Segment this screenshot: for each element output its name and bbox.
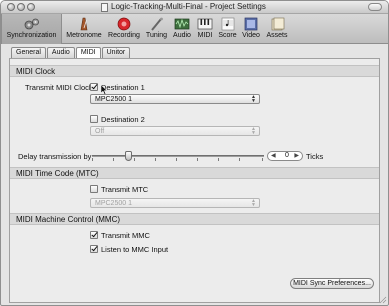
midi-sync-preferences-button[interactable]: MIDI Sync Preferences... [290,278,374,289]
slider-tick [239,158,240,161]
toolbar-item-tuning[interactable]: Tuning [144,14,169,44]
toolbar-item-metronome[interactable]: Metronome [64,14,104,44]
sync-tab-bar: General Audio MIDI Unitor [11,47,131,58]
toolbar-label-midi: MIDI [197,32,213,39]
destination-1-value: MPC2500 1 [95,96,132,103]
destination-2-checkbox[interactable] [90,115,98,123]
tab-unitor[interactable]: Unitor [101,47,131,58]
tab-audio[interactable]: Audio [46,47,75,58]
slider-tick [134,158,135,161]
slider-tick [155,158,156,161]
slider-tick [262,158,263,161]
midi-icon [197,17,213,31]
minimize-window-button[interactable] [17,3,25,11]
toolbar-label-video: Video [242,32,260,39]
toolbar-label-synchronization: Synchronization [6,32,57,39]
close-window-button[interactable] [7,3,15,11]
delay-slider-thumb[interactable] [125,151,132,161]
toolbar-label-tuning: Tuning [145,32,168,39]
midi-settings-panel: MIDI Clock Transmit MIDI Clock: Destinat… [9,58,380,303]
select-arrows-icon: ▲ ▼ [251,198,256,208]
transmit-mmc-checkbox[interactable] [90,231,98,239]
toolbar-label-score: Score [218,32,237,39]
assets-icon [269,17,285,31]
toolbar-item-midi[interactable]: MIDI [195,14,215,44]
mtc-title: MIDI Time Code (MTC) [16,169,99,178]
mmc-title: MIDI Machine Control (MMC) [16,215,121,224]
metronome-icon [76,17,92,31]
tab-general[interactable]: General [11,47,46,58]
slider-tick [176,158,177,161]
audio-icon [174,17,190,31]
toolbar-label-audio: Audio [173,32,191,39]
project-settings-window: Logic-Tracking-Multi-Final - Project Set… [0,0,389,306]
transmit-midi-clock-label: Transmit MIDI Clock: [25,83,95,92]
destination-1-select[interactable]: MPC2500 1 ▲ ▼ [90,94,260,104]
mtc-header: MIDI Time Code (MTC) [10,167,379,179]
destination-2-label: Destination 2 [101,115,145,124]
score-icon [220,17,236,31]
slider-tick [113,158,114,161]
mtc-destination-value: MPC2500 1 [95,200,132,207]
title-bar[interactable]: Logic-Tracking-Multi-Final - Project Set… [1,1,388,14]
tuning-icon [149,17,165,31]
slider-tick [197,158,198,161]
decrement-arrow-icon[interactable]: ◀ [271,152,276,160]
recording-icon [116,17,132,31]
transmit-mmc-label: Transmit MMC [101,231,150,240]
delay-slider-track[interactable] [92,155,264,157]
transmit-mtc-checkbox[interactable] [90,185,98,193]
listen-mmc-input-label: Listen to MMC Input [101,245,169,254]
increment-arrow-icon[interactable]: ▶ [294,152,299,160]
delay-value: 0 [285,152,289,159]
window-title: Logic-Tracking-Multi-Final - Project Set… [111,2,266,11]
ticks-unit-label: Ticks [306,152,324,161]
settings-toolbar: Synchronization Metronome Recording Tuni… [1,14,388,44]
midi-clock-header: MIDI Clock [10,65,379,77]
mmc-header: MIDI Machine Control (MMC) [10,213,379,225]
toolbar-label-assets: Assets [266,32,288,39]
zoom-window-button[interactable] [27,3,35,11]
select-arrows-icon: ▲ ▼ [251,126,256,136]
toolbar-item-audio[interactable]: Audio [171,14,193,44]
toolbar-item-recording[interactable]: Recording [106,14,142,44]
delay-transmission-label: Delay transmission by: [18,152,94,161]
toolbar-label-recording: Recording [108,32,140,39]
toolbar-item-assets[interactable]: Assets [264,14,290,44]
slider-tick [218,158,219,161]
midi-clock-title: MIDI Clock [16,67,56,76]
document-icon [101,3,108,12]
destination-1-checkbox[interactable] [90,83,98,91]
resize-grip-icon[interactable] [379,296,387,304]
video-icon [243,17,259,31]
delay-value-field[interactable]: ◀ 0 ▶ [267,151,303,161]
select-arrows-icon: ▲ ▼ [251,94,256,104]
toolbar-item-score[interactable]: Score [217,14,238,44]
toolbar-toggle-button[interactable] [368,3,382,11]
toolbar-item-synchronization[interactable]: Synchronization [1,14,62,44]
transmit-mtc-label: Transmit MTC [101,185,149,194]
synchronization-icon [24,17,40,31]
toolbar-item-video[interactable]: Video [240,14,262,44]
tab-midi[interactable]: MIDI [75,47,101,58]
destination-2-select[interactable]: Off ▲ ▼ [90,126,260,136]
destination-2-value: Off [95,128,105,135]
listen-mmc-input-checkbox[interactable] [90,245,98,253]
mtc-destination-select[interactable]: MPC2500 1 ▲ ▼ [90,198,260,208]
toolbar-label-metronome: Metronome [66,32,102,39]
slider-tick [92,158,93,161]
